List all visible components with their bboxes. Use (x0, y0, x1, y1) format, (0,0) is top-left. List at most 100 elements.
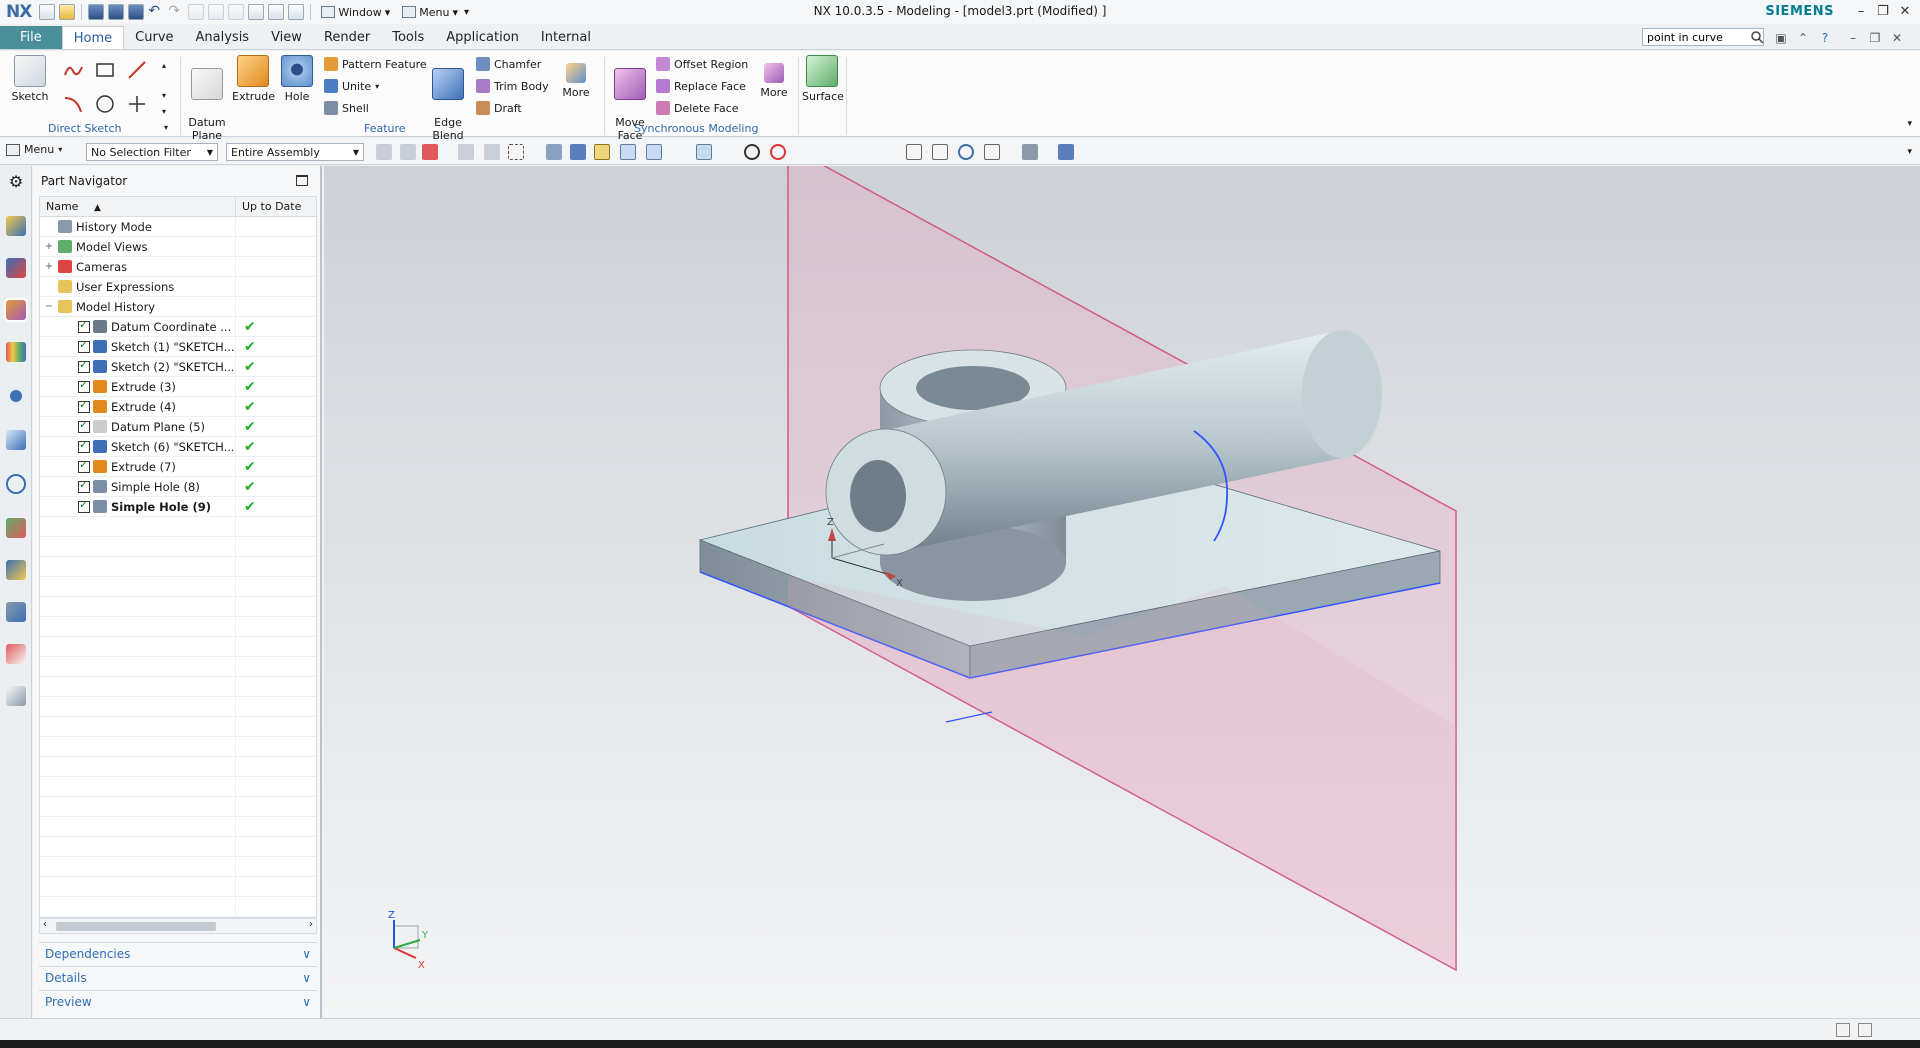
dependencies-panel[interactable]: Dependencies ∨ (39, 942, 317, 964)
feature-checkbox[interactable] (78, 458, 90, 473)
point-tool[interactable] (124, 91, 150, 117)
print-icon[interactable] (248, 4, 265, 20)
tree-row[interactable]: Simple Hole (8) ✔ (40, 477, 316, 497)
doc-close-icon[interactable]: ✕ (1888, 29, 1906, 47)
save-as-icon[interactable] (108, 4, 125, 20)
process-studio-icon[interactable] (6, 518, 26, 538)
tab-analysis[interactable]: Analysis (185, 26, 261, 49)
tree-row[interactable]: History Mode (40, 217, 316, 237)
roles-icon[interactable] (6, 602, 26, 622)
expand-toggle-icon[interactable]: − (44, 301, 54, 312)
line-tool[interactable] (124, 57, 150, 83)
datum-plane-button[interactable]: Datum Plane (186, 55, 228, 142)
open-file-icon[interactable] (59, 4, 76, 20)
part-navigator-icon[interactable] (4, 298, 28, 322)
edge-blend-button[interactable]: Edge Blend (428, 55, 468, 142)
tab-internal[interactable]: Internal (530, 26, 602, 49)
new-file-icon[interactable] (39, 4, 56, 20)
zoom-icon[interactable] (932, 144, 948, 160)
replace-face-button[interactable]: Replace Face (656, 77, 746, 95)
window-menu[interactable]: Window ▾ (315, 6, 396, 19)
selection-scope-icon[interactable] (422, 144, 438, 160)
tree-row[interactable]: User Expressions (40, 277, 316, 297)
main-menu-button[interactable]: Menu ▾ (6, 143, 62, 156)
save-all-icon[interactable] (128, 4, 145, 20)
command-search-input[interactable] (1642, 28, 1764, 46)
tree-row[interactable]: + Model Views (40, 237, 316, 257)
feature-checkbox[interactable] (78, 318, 90, 333)
feature-checkbox[interactable] (78, 438, 90, 453)
tree-row[interactable]: − Model History (40, 297, 316, 317)
extrude-button[interactable]: Extrude (232, 55, 275, 103)
details-panel[interactable]: Details ∨ (39, 966, 317, 988)
copy-icon[interactable] (208, 4, 225, 20)
column-header-name[interactable]: Name ▲ (40, 197, 236, 216)
feature-checkbox[interactable] (78, 338, 90, 353)
column-header-up-to-date[interactable]: Up to Date (236, 197, 307, 216)
expand-toggle-icon[interactable]: + (44, 241, 54, 252)
tree-row[interactable]: Datum Coordinate ... ✔ (40, 317, 316, 337)
scroll-right-icon[interactable]: › (309, 919, 313, 930)
hole-button[interactable]: Hole (278, 55, 316, 103)
manufacturing-wizards-icon[interactable] (6, 560, 26, 580)
offset-region-button[interactable]: Offset Region (656, 55, 748, 73)
customize-icon[interactable]: ▾ (464, 7, 469, 18)
restore-icon[interactable]: ❐ (1872, 2, 1894, 22)
select-faces-icon[interactable] (546, 144, 562, 160)
tree-row[interactable]: Extrude (4) ✔ (40, 397, 316, 417)
paste-icon[interactable] (228, 4, 245, 20)
maximize-icon[interactable] (296, 175, 308, 186)
tab-curve[interactable]: Curve (124, 26, 184, 49)
web-browser-icon[interactable] (6, 430, 26, 450)
tree-row[interactable]: Simple Hole (9) ✔ (40, 497, 316, 517)
minimize-ribbon-icon[interactable]: ⌃ (1794, 29, 1812, 47)
unite-button[interactable]: Unite ▾ (324, 77, 379, 95)
selection-filter-dropdown[interactable]: No Selection Filter ▼ (86, 143, 218, 161)
select-features-icon[interactable] (458, 144, 474, 160)
redo-icon[interactable]: ↷ (168, 4, 184, 20)
sketch-button[interactable]: Sketch (8, 55, 52, 103)
rotate-icon[interactable] (958, 144, 974, 160)
tab-tools[interactable]: Tools (381, 26, 435, 49)
tab-application[interactable]: Application (435, 26, 530, 49)
tab-render[interactable]: Render (313, 26, 381, 49)
constraint-navigator-icon[interactable] (6, 258, 26, 278)
toolbar-overflow-icon[interactable]: ▾ (1907, 147, 1912, 157)
tree-row[interactable]: Sketch (6) "SKETCH... ✔ (40, 437, 316, 457)
more-sync-button[interactable]: More (756, 55, 792, 99)
feature-checkbox[interactable] (78, 378, 90, 393)
profile-tool[interactable] (60, 57, 86, 83)
assembly-scope-dropdown[interactable]: Entire Assembly ▼ (226, 143, 364, 161)
view-section-icon[interactable] (1094, 144, 1110, 160)
cut-icon[interactable] (188, 4, 205, 20)
feature-checkbox[interactable] (78, 478, 90, 493)
undo-icon[interactable]: ↶ (148, 4, 164, 20)
draft-button[interactable]: Draft (476, 99, 522, 117)
feature-checkbox[interactable] (78, 418, 90, 433)
scroll-left-icon[interactable]: ‹ (43, 919, 47, 930)
tree-row[interactable]: + Cameras (40, 257, 316, 277)
tab-home[interactable]: Home (61, 26, 125, 49)
search-icon[interactable] (1750, 30, 1764, 44)
assembly-navigator-icon[interactable] (6, 216, 26, 236)
settings-gear-icon[interactable]: ⚙ (6, 172, 26, 192)
system-materials-icon[interactable] (6, 686, 26, 706)
tab-view[interactable]: View (260, 26, 313, 49)
rectangle-tool[interactable] (92, 57, 118, 83)
repeat-command-icon[interactable] (268, 4, 285, 20)
sketch-gallery-more-icon[interactable]: ▾ (162, 107, 166, 116)
feature-checkbox[interactable] (78, 498, 90, 513)
status-window-icon[interactable] (1836, 1023, 1850, 1037)
group-options-icon[interactable]: ▾ (164, 123, 168, 132)
tree-row[interactable]: Extrude (7) ✔ (40, 457, 316, 477)
point-on-curve-icon[interactable] (796, 144, 812, 160)
control-point-icon[interactable] (670, 144, 686, 160)
minimize-icon[interactable]: – (1850, 2, 1872, 22)
ribbon-options-icon[interactable]: ▣ (1772, 29, 1790, 47)
quadrant-point-icon[interactable] (744, 144, 760, 160)
more-feature-button[interactable]: More (558, 55, 594, 99)
tree-row[interactable]: Datum Plane (5) ✔ (40, 417, 316, 437)
show-hide-icon[interactable] (1058, 144, 1074, 160)
intersection-point-icon[interactable] (696, 144, 712, 160)
touch-mode-icon[interactable] (288, 4, 305, 20)
